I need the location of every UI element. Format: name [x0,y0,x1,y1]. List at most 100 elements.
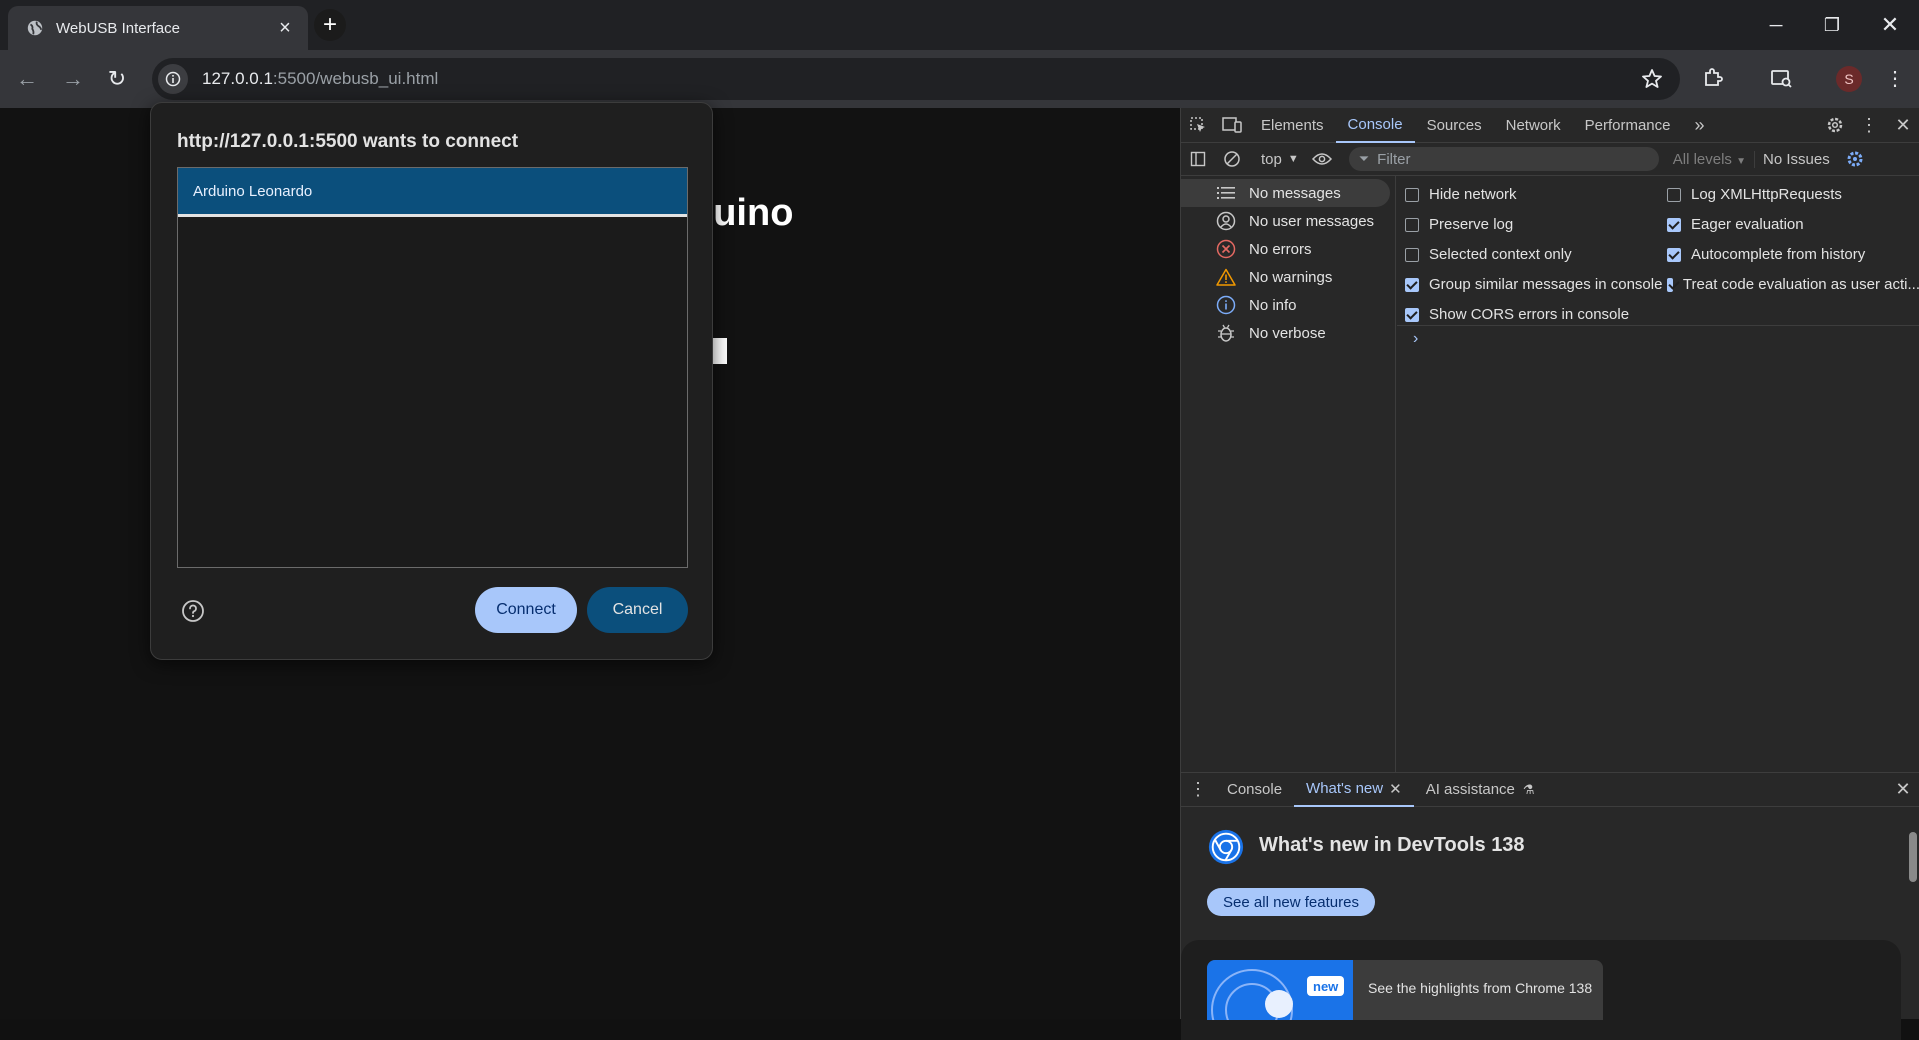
filter-input[interactable]: ⏷ Filter [1348,147,1659,171]
warning-icon [1215,266,1237,288]
checkbox[interactable] [1405,217,1419,232]
close-devtools-icon[interactable]: ✕ [1886,108,1919,143]
restore-button[interactable]: ❐ [1804,0,1860,50]
checkbox[interactable] [1405,247,1419,262]
menu-icon[interactable]: ⋮ [1880,63,1910,93]
checkbox[interactable] [1405,187,1419,202]
tab-network[interactable]: Network [1494,108,1573,143]
drawer-tab-label: What's new [1306,780,1384,797]
issues-counter[interactable]: No Issues [1754,150,1838,168]
sidebar-toggle-icon[interactable] [1181,142,1215,177]
console-settings-pane: Hide network Log XMLHttpRequests Preserv… [1397,176,1919,326]
bookmark-star-icon[interactable] [1640,67,1664,91]
scrollbar-thumb[interactable] [1909,832,1917,882]
close-window-button[interactable]: ✕ [1862,0,1918,50]
show-cors-option[interactable]: Show CORS errors in console [1405,306,1629,323]
option-label: Treat code evaluation as user acti... [1682,276,1919,293]
option-label: Preserve log [1429,216,1514,233]
info-icon [1215,294,1237,316]
highlight-item[interactable]: new See the highlights from Chrome 138 [1207,960,1603,1020]
console-toolbar: top ▼ ⏷ Filter All levels ▼ No Issues [1181,143,1919,176]
drawer-tab-label: AI assistance [1425,781,1515,798]
treat-as-user-action-option[interactable]: Treat code evaluation as user acti... [1667,276,1919,293]
whats-new-panel: What's new in DevTools 138 See all new f… [1181,808,1919,1040]
profile-avatar[interactable]: S [1836,66,1862,92]
extensions-icon[interactable] [1698,63,1728,93]
sidebar-item-label: No warnings [1249,268,1333,286]
selected-context-option[interactable]: Selected context only [1405,246,1572,263]
autocomplete-option[interactable]: Autocomplete from history [1667,246,1865,263]
browser-tab[interactable]: WebUSB Interface × [8,6,308,50]
option-label: Autocomplete from history [1691,246,1866,263]
url-host: 127.0.0.1 [202,69,273,88]
context-selector[interactable]: top ▼ [1255,151,1305,168]
sidebar-item-messages[interactable]: No messages [1181,179,1390,207]
checkbox-checked[interactable] [1405,277,1419,292]
drawer-scrollbar[interactable] [1905,808,1919,1019]
checkbox-checked[interactable] [1667,217,1681,232]
eager-evaluation-option[interactable]: Eager evaluation [1667,216,1804,233]
tab-performance[interactable]: Performance [1573,108,1683,143]
connect-button[interactable]: Connect [475,587,577,633]
preserve-log-option[interactable]: Preserve log [1405,216,1513,233]
console-prompt-icon[interactable]: › [1413,330,1418,348]
address-bar[interactable]: 127.0.0.1:5500/webusb_ui.html [152,58,1680,100]
sidebar-item-info[interactable]: No info [1181,291,1395,319]
tab-title: WebUSB Interface [56,19,180,37]
group-similar-option[interactable]: Group similar messages in console [1405,276,1662,293]
tab-close-icon[interactable]: × [274,17,296,39]
close-drawer-icon[interactable]: ✕ [1886,772,1919,807]
tab-search-icon[interactable] [1766,63,1796,93]
devtools-panel: Elements Console Sources Network Perform… [1180,108,1919,1040]
clear-console-icon[interactable] [1215,142,1249,177]
console-settings-icon[interactable] [1838,142,1872,177]
drawer-tab-ai-assistance[interactable]: AI assistance ⚗ [1414,772,1547,807]
sidebar-item-errors[interactable]: No errors [1181,235,1395,263]
checkbox-checked[interactable] [1405,307,1419,322]
tab-elements[interactable]: Elements [1249,108,1336,143]
drawer-tab-whats-new[interactable]: What's new ✕ [1294,772,1414,807]
drawer-menu-icon[interactable]: ⋮ [1181,772,1215,807]
device-item[interactable]: Arduino Leonardo [178,168,687,217]
option-label: Log XMLHttpRequests [1691,186,1842,203]
inspect-element-icon[interactable] [1181,108,1215,143]
sidebar-item-user-messages[interactable]: No user messages [1181,207,1395,235]
forward-button[interactable]: → [56,62,90,96]
sidebar-item-verbose[interactable]: No verbose [1181,319,1395,347]
tab-sources[interactable]: Sources [1415,108,1494,143]
cancel-button[interactable]: Cancel [587,587,688,633]
checkbox-checked[interactable] [1667,277,1673,292]
log-xhr-option[interactable]: Log XMLHttpRequests [1667,186,1842,203]
console-sidebar: No messages No user messages No errors N… [1181,176,1396,772]
checkbox[interactable] [1667,187,1681,202]
usb-chooser-dialog: http://127.0.0.1:5500 wants to connect A… [150,102,713,660]
help-icon[interactable] [181,599,205,623]
chevron-down-icon: ▼ [1287,153,1299,165]
sidebar-item-label: No verbose [1249,324,1326,342]
chrome-devtools-logo-icon [1208,829,1244,865]
bug-icon [1215,322,1237,344]
new-tab-button[interactable]: + [314,9,346,41]
checkbox-checked[interactable] [1667,247,1681,262]
drawer-tab-console[interactable]: Console [1215,772,1294,807]
more-tabs-icon[interactable]: » [1683,108,1717,143]
url-text[interactable]: 127.0.0.1:5500/webusb_ui.html [202,69,438,89]
log-levels-dropdown[interactable]: All levels ▼ [1665,151,1754,168]
context-label: top [1261,150,1282,168]
sidebar-item-label: No errors [1249,240,1312,258]
close-tab-icon[interactable]: ✕ [1389,780,1402,798]
site-info-icon[interactable] [158,64,188,94]
live-expression-eye-icon[interactable] [1305,142,1339,177]
sidebar-item-warnings[interactable]: No warnings [1181,263,1395,291]
minimize-button[interactable]: ─ [1748,0,1804,50]
reload-button[interactable]: ↻ [100,62,134,96]
see-all-features-button[interactable]: See all new features [1207,888,1375,916]
back-button[interactable]: ← [10,62,44,96]
hide-network-option[interactable]: Hide network [1405,186,1517,203]
sidebar-item-label: No messages [1249,184,1341,202]
devtools-menu-icon[interactable]: ⋮ [1852,108,1886,143]
device-toolbar-icon[interactable] [1215,108,1249,143]
device-list[interactable]: Arduino Leonardo [177,167,688,568]
tab-console[interactable]: Console [1335,108,1415,143]
settings-gear-icon[interactable] [1818,108,1852,143]
